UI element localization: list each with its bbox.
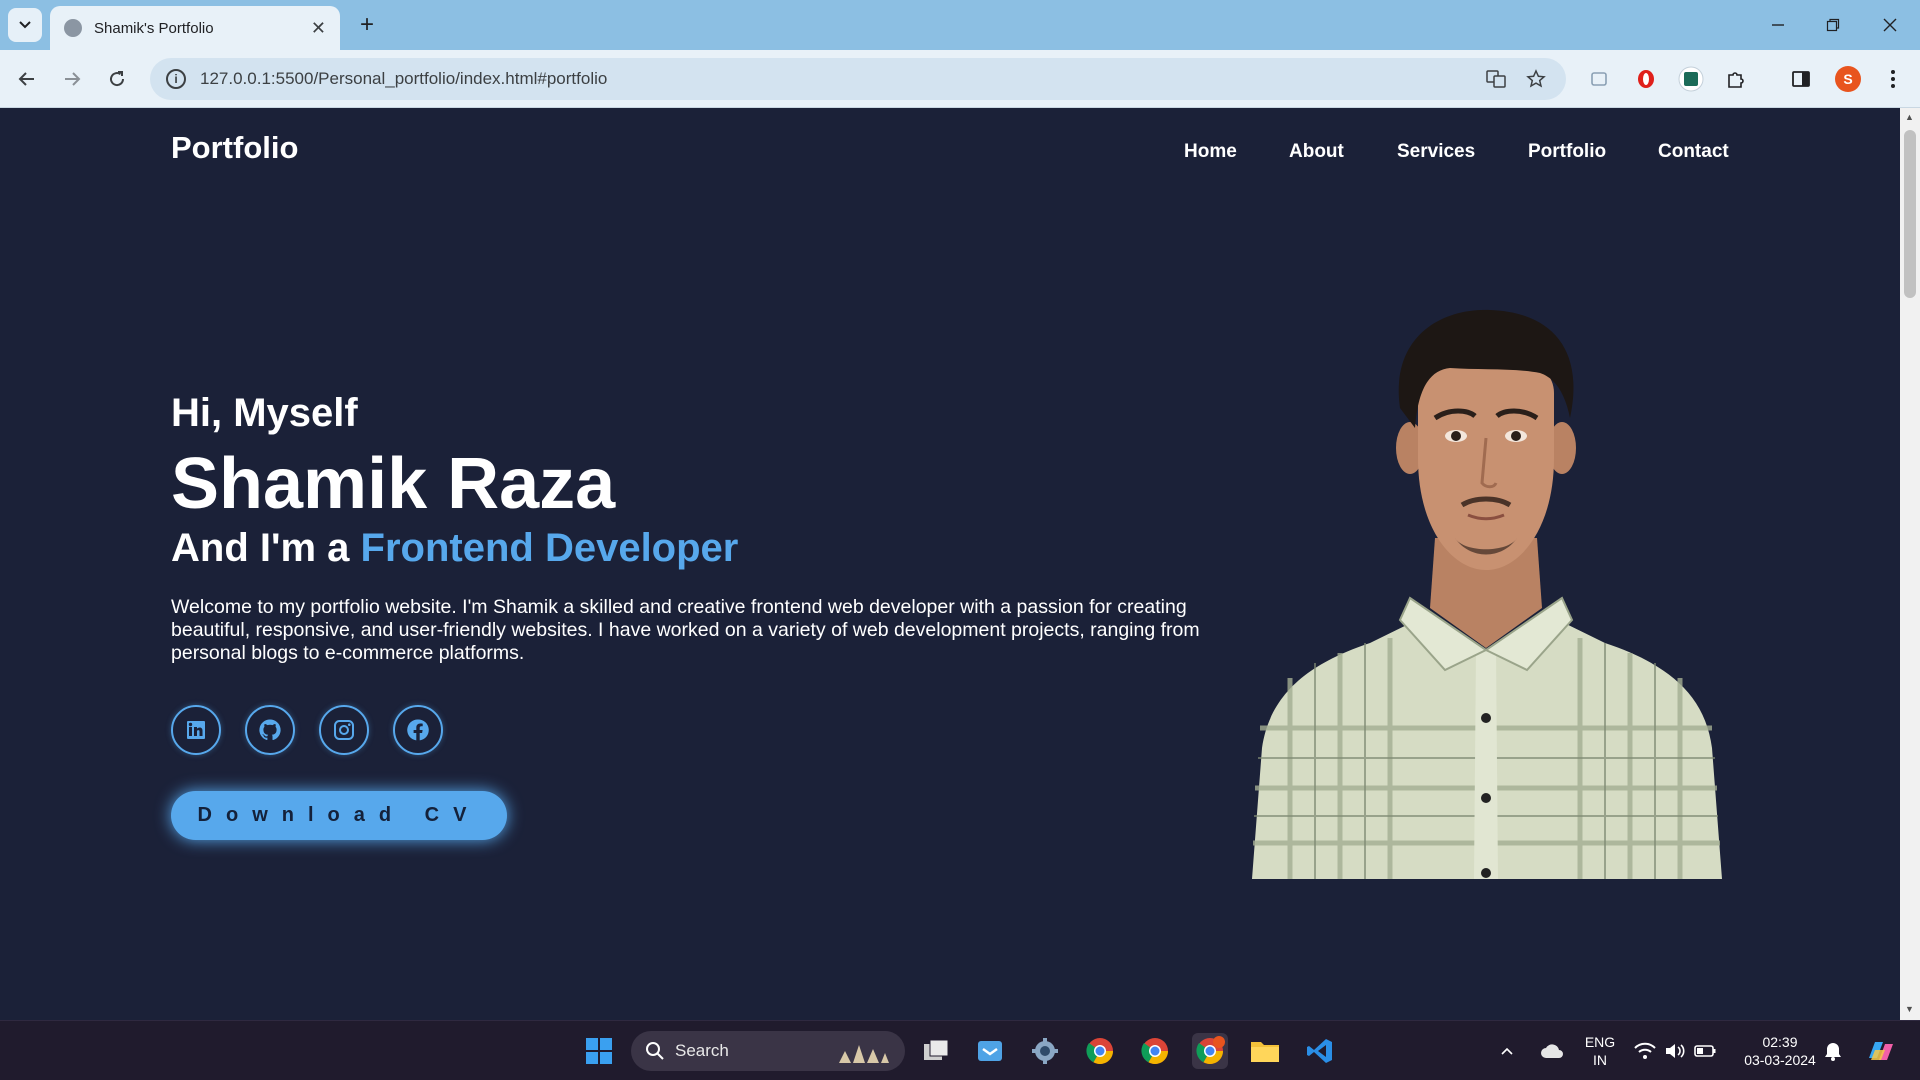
- linkedin-icon: [187, 721, 205, 739]
- arrow-right-icon: [65, 72, 81, 86]
- profile-initial: S: [1835, 66, 1861, 92]
- search-icon: [646, 1042, 664, 1060]
- hero-role: And I'm a Frontend Developer: [171, 526, 738, 571]
- site-logo[interactable]: Portfolio: [171, 130, 298, 166]
- portfolio-page: Portfolio Home About Services Portfolio …: [0, 108, 1900, 1020]
- github-icon: [259, 719, 281, 741]
- extension-grammar-icon[interactable]: [1584, 64, 1614, 94]
- page-scrollbar[interactable]: ▲ ▼: [1900, 108, 1920, 1020]
- forward-button[interactable]: [55, 62, 89, 96]
- address-bar[interactable]: i 127.0.0.1:5500/Personal_portfolio/inde…: [150, 58, 1566, 100]
- onedrive-cloud-icon[interactable]: [1534, 1033, 1570, 1069]
- hero-greeting: Hi, Myself: [171, 391, 358, 435]
- kebab-menu-icon[interactable]: [1878, 64, 1908, 94]
- close-tab-icon[interactable]: ✕: [311, 18, 326, 39]
- task-view-icon[interactable]: [918, 1033, 954, 1069]
- nav-about[interactable]: About: [1289, 141, 1344, 163]
- role-highlight: Frontend Developer: [360, 526, 739, 570]
- nav-home[interactable]: Home: [1184, 141, 1237, 163]
- browser-toolbar: i 127.0.0.1:5500/Personal_portfolio/inde…: [0, 50, 1920, 108]
- chrome-profile-2-icon[interactable]: [1137, 1033, 1173, 1069]
- profile-avatar[interactable]: S: [1833, 64, 1863, 94]
- browser-tab[interactable]: Shamik's Portfolio ✕: [50, 6, 340, 50]
- windows-start-icon[interactable]: [581, 1033, 617, 1069]
- profile-photo: [1252, 309, 1722, 879]
- reload-icon: [110, 71, 125, 87]
- hero-intro: Welcome to my portfolio website. I'm Sha…: [171, 596, 1200, 664]
- linkedin-link[interactable]: [171, 705, 221, 755]
- nav-portfolio[interactable]: Portfolio: [1528, 141, 1606, 163]
- notification-bell-icon[interactable]: [1818, 1033, 1848, 1069]
- facebook-link[interactable]: [393, 705, 443, 755]
- copilot-icon[interactable]: [1862, 1033, 1898, 1069]
- chrome-profile-1-icon[interactable]: [1082, 1033, 1118, 1069]
- reload-button[interactable]: [100, 62, 134, 96]
- new-tab-button[interactable]: +: [352, 10, 382, 40]
- nav-contact[interactable]: Contact: [1658, 141, 1729, 163]
- minimize-icon[interactable]: [1758, 8, 1798, 42]
- browser-tab-bar: Shamik's Portfolio ✕ +: [0, 0, 1920, 50]
- back-button[interactable]: [10, 62, 44, 96]
- chrome-active-icon[interactable]: [1192, 1033, 1228, 1069]
- translate-icon[interactable]: [1482, 65, 1510, 93]
- windows-taskbar: Search ENG IN 02:39 03-03-2024: [0, 1020, 1920, 1080]
- clock-date: 03-03-2024: [1744, 1052, 1816, 1068]
- extension-app-icon[interactable]: [1676, 64, 1706, 94]
- battery-icon[interactable]: [1690, 1033, 1720, 1069]
- volume-icon[interactable]: [1660, 1033, 1690, 1069]
- download-cv-button[interactable]: Download CV: [171, 791, 507, 840]
- url-text[interactable]: 127.0.0.1:5500/Personal_portfolio/index.…: [200, 69, 1470, 89]
- instagram-icon: [334, 720, 354, 740]
- side-panel-icon[interactable]: [1786, 64, 1816, 94]
- arrow-left-icon: [18, 72, 34, 86]
- extension-opera-icon[interactable]: [1631, 64, 1661, 94]
- bookmark-star-icon[interactable]: [1522, 65, 1550, 93]
- scrollbar-thumb[interactable]: [1904, 130, 1916, 298]
- chevron-down-icon: [19, 21, 31, 29]
- scroll-down-icon[interactable]: ▼: [1905, 1004, 1914, 1014]
- search-highlight-icon: [839, 1045, 889, 1063]
- clock[interactable]: 02:39 03-03-2024: [1730, 1033, 1830, 1069]
- instagram-link[interactable]: [319, 705, 369, 755]
- file-explorer-icon[interactable]: [1247, 1033, 1283, 1069]
- taskbar-search-label: Search: [675, 1041, 729, 1060]
- tab-search-button[interactable]: [8, 8, 42, 42]
- taskbar-search[interactable]: Search: [631, 1031, 905, 1071]
- vscode-icon[interactable]: [1302, 1033, 1338, 1069]
- close-window-icon[interactable]: [1870, 8, 1910, 42]
- tab-title: Shamik's Portfolio: [94, 19, 214, 37]
- facebook-icon: [407, 719, 429, 741]
- mail-app-icon[interactable]: [972, 1033, 1008, 1069]
- scroll-up-icon[interactable]: ▲: [1905, 112, 1914, 122]
- language-indicator[interactable]: ENG IN: [1582, 1033, 1618, 1069]
- wifi-icon[interactable]: [1630, 1033, 1660, 1069]
- github-link[interactable]: [245, 705, 295, 755]
- extensions-puzzle-icon[interactable]: [1721, 64, 1751, 94]
- site-info-icon[interactable]: i: [166, 69, 186, 89]
- settings-gear-icon[interactable]: [1027, 1033, 1063, 1069]
- chevron-up-icon[interactable]: [1494, 1033, 1520, 1069]
- hero-name: Shamik Raza: [171, 444, 616, 524]
- language-line-2: IN: [1593, 1052, 1607, 1068]
- globe-icon: [64, 19, 82, 37]
- language-line-1: ENG: [1584, 1034, 1616, 1050]
- social-links: [171, 705, 443, 755]
- clock-time: 02:39: [1762, 1034, 1798, 1050]
- restore-icon[interactable]: [1813, 8, 1853, 42]
- nav-services[interactable]: Services: [1397, 141, 1475, 163]
- role-prefix: And I'm a: [171, 526, 361, 570]
